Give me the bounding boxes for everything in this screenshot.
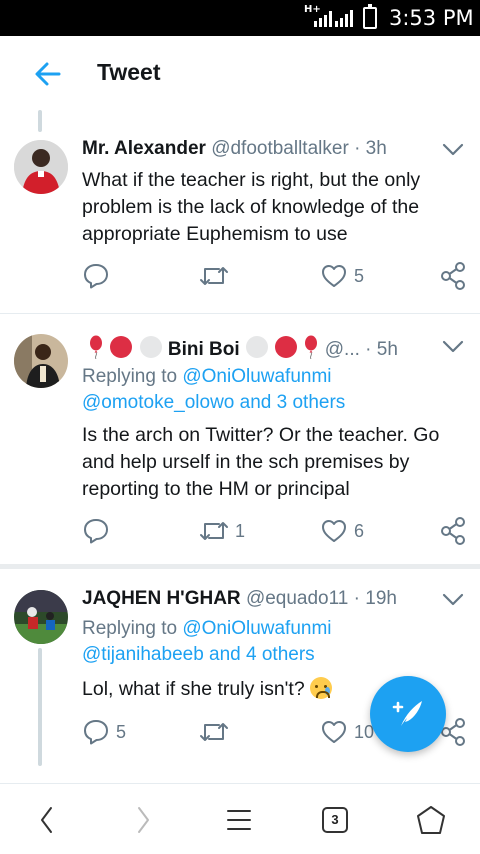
tweet-header: JAQHEN H'GHAR @equado11 · 19h bbox=[82, 588, 397, 610]
display-name[interactable]: JAQHEN H'GHAR bbox=[82, 588, 241, 609]
share-icon bbox=[441, 517, 465, 545]
like-button[interactable]: 6 bbox=[320, 516, 364, 546]
divider bbox=[0, 313, 480, 314]
handle[interactable]: @... bbox=[325, 339, 360, 360]
signal-icon bbox=[314, 10, 353, 27]
separator-dot: · bbox=[354, 138, 361, 159]
retweet-count: 1 bbox=[235, 520, 246, 541]
reply-icon bbox=[84, 720, 108, 745]
like-icon bbox=[322, 265, 346, 287]
reply-button[interactable] bbox=[82, 516, 110, 546]
home-button[interactable] bbox=[396, 784, 466, 854]
retweet-icon bbox=[200, 723, 228, 741]
tweet-header: Mr. Alexander @dfootballtalker · 3h bbox=[82, 138, 387, 160]
replying-to-others-link[interactable]: @omotoke_olowo and 3 others bbox=[82, 392, 345, 413]
like-icon bbox=[322, 520, 346, 542]
handle[interactable]: @dfootballtalker bbox=[211, 138, 349, 159]
red-circle-icon bbox=[110, 336, 133, 358]
tab-count: 3 bbox=[331, 812, 339, 827]
like-button[interactable]: 5 bbox=[320, 261, 364, 291]
like-button[interactable]: 10 bbox=[320, 717, 374, 747]
display-name[interactable]: Mr. Alexander bbox=[82, 138, 206, 159]
tweet-text: What if the teacher is right, but the on… bbox=[82, 169, 421, 245]
red-circle-icon bbox=[275, 336, 298, 358]
browser-forward-button[interactable] bbox=[108, 784, 178, 854]
white-circle-icon bbox=[139, 336, 162, 358]
thread-line bbox=[38, 110, 42, 132]
chevron-left-icon bbox=[41, 806, 52, 833]
tweet-text: Lol, what if she truly isn't? bbox=[82, 678, 305, 700]
compose-tweet-button[interactable] bbox=[370, 676, 446, 752]
header: Tweet bbox=[0, 36, 480, 110]
like-icon bbox=[322, 721, 346, 743]
clock: 3:53 PM bbox=[389, 6, 474, 30]
share-button[interactable] bbox=[440, 516, 466, 546]
chevron-down-icon[interactable] bbox=[442, 340, 464, 354]
reply-icon bbox=[84, 519, 108, 544]
tweet-header: Bini Boi @... · 5h bbox=[88, 335, 398, 361]
tweet-text: Is the arch on Twitter? Or the teacher. … bbox=[82, 424, 440, 500]
replying-to-user-link[interactable]: @OniOluwafunmi bbox=[182, 618, 331, 639]
reply-count: 5 bbox=[116, 721, 127, 742]
replying-to-label: Replying to bbox=[82, 618, 178, 639]
replying-to-user-link[interactable]: @OniOluwafunmi bbox=[182, 366, 331, 387]
replying-to: Replying to @OniOluwafunmi @omotoke_olow… bbox=[82, 364, 345, 416]
reply-icon bbox=[84, 264, 108, 289]
sad-tear-emoji-icon bbox=[310, 677, 333, 699]
menu-button[interactable] bbox=[204, 784, 274, 854]
divider bbox=[0, 564, 480, 569]
browser-back-button[interactable] bbox=[12, 784, 82, 854]
avatar-image bbox=[14, 140, 68, 194]
reply-button[interactable] bbox=[82, 261, 110, 291]
tabs-button[interactable]: 3 bbox=[300, 784, 370, 854]
chevron-down-icon[interactable] bbox=[442, 593, 464, 607]
balloon-icon bbox=[90, 335, 102, 360]
handle[interactable]: @equado11 bbox=[246, 588, 348, 609]
balloon-icon bbox=[305, 335, 318, 360]
retweet-icon bbox=[200, 267, 228, 285]
replying-to-label: Replying to bbox=[82, 366, 178, 387]
timestamp[interactable]: 3h bbox=[366, 138, 387, 159]
display-name[interactable]: Bini Boi bbox=[168, 339, 240, 360]
like-count: 5 bbox=[354, 265, 365, 286]
reply-button[interactable]: 5 bbox=[82, 717, 126, 747]
timestamp[interactable]: 19h bbox=[365, 588, 397, 609]
white-circle-icon bbox=[245, 336, 268, 358]
like-count: 6 bbox=[354, 520, 365, 541]
separator-dot: · bbox=[365, 339, 372, 360]
replying-to: Replying to @OniOluwafunmi @tijanihabeeb… bbox=[82, 616, 332, 668]
retweet-button[interactable] bbox=[199, 261, 229, 291]
retweet-icon bbox=[200, 522, 228, 540]
replying-to-others-link[interactable]: @tijanihabeeb and 4 others bbox=[82, 644, 315, 665]
retweet-button[interactable] bbox=[199, 717, 229, 747]
separator-dot: · bbox=[353, 588, 360, 609]
menu-icon bbox=[227, 809, 251, 830]
timestamp[interactable]: 5h bbox=[377, 339, 398, 360]
share-icon bbox=[441, 262, 465, 290]
retweet-button[interactable]: 1 bbox=[199, 516, 245, 546]
status-bar: H+ 3:53 PM bbox=[0, 0, 480, 36]
chevron-right-icon bbox=[138, 806, 149, 833]
compose-icon bbox=[392, 701, 422, 726]
avatar-image bbox=[14, 334, 68, 388]
home-icon bbox=[417, 805, 445, 834]
back-arrow-icon bbox=[35, 62, 61, 86]
bottom-nav: 3 bbox=[0, 783, 480, 854]
avatar[interactable] bbox=[14, 140, 68, 194]
share-button[interactable] bbox=[440, 261, 466, 291]
back-button[interactable] bbox=[30, 56, 66, 92]
thread-line bbox=[38, 648, 42, 766]
avatar[interactable] bbox=[14, 590, 68, 644]
page-title: Tweet bbox=[97, 59, 161, 85]
battery-icon bbox=[363, 4, 377, 29]
avatar-image bbox=[14, 590, 68, 644]
avatar[interactable] bbox=[14, 334, 68, 388]
chevron-down-icon[interactable] bbox=[442, 143, 464, 157]
